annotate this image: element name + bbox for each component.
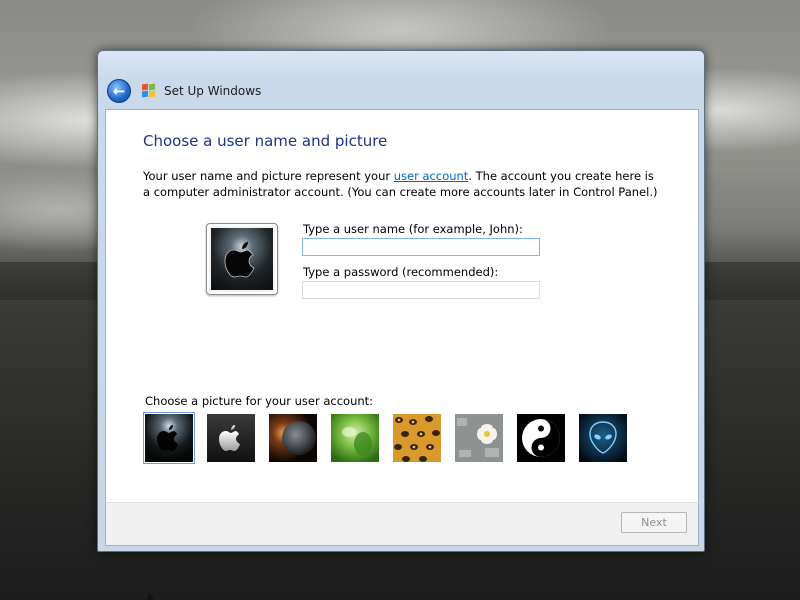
leopard-pattern-icon (393, 414, 441, 462)
city-skyline-left (0, 262, 100, 302)
content-pane: Choose a user name and picture Your user… (105, 109, 699, 503)
flower-icon (455, 414, 503, 462)
user-account-link[interactable]: user account (394, 169, 469, 183)
title-bar: ← Set Up Windows (98, 51, 704, 109)
setup-window: ← Set Up Windows Choose a user name and … (97, 50, 705, 552)
username-label: Type a user name (for example, John): (303, 222, 523, 236)
picture-option-flower[interactable] (455, 414, 503, 462)
planet-icon (269, 414, 317, 462)
mouse-pointer-icon (145, 593, 155, 600)
pictures-label: Choose a picture for your user account: (145, 394, 374, 408)
alien-icon (579, 414, 627, 462)
next-button[interactable]: Next (621, 512, 687, 533)
window-title: Set Up Windows (164, 84, 262, 98)
city-skyline-right (705, 262, 800, 302)
leaf-icon (331, 414, 379, 462)
intro-text-start: Your user name and picture represent you… (143, 169, 394, 183)
picture-option-leopard[interactable] (393, 414, 441, 462)
back-arrow-icon[interactable]: ← (107, 79, 131, 103)
picture-option-yin-yang[interactable] (517, 414, 565, 462)
intro-text: Your user name and picture represent you… (143, 168, 663, 200)
apple-logo-icon (207, 414, 255, 462)
windows-logo-icon (142, 83, 156, 98)
picture-option-apple-silver[interactable] (207, 414, 255, 462)
picture-option-apple-dark[interactable] (143, 412, 195, 464)
selected-user-picture (206, 223, 278, 295)
apple-logo-icon (145, 414, 193, 462)
password-field[interactable] (302, 281, 540, 299)
picture-option-alien[interactable] (579, 414, 627, 462)
yin-yang-icon (517, 414, 565, 462)
footer-bar: Next (105, 502, 699, 546)
password-label: Type a password (recommended): (303, 265, 499, 279)
apple-logo-icon (224, 242, 255, 278)
picture-option-green-leaf[interactable] (331, 414, 379, 462)
page-title: Choose a user name and picture (143, 132, 388, 150)
picture-option-planet[interactable] (269, 414, 317, 462)
username-field[interactable] (302, 238, 540, 256)
selected-picture-image (211, 228, 273, 290)
